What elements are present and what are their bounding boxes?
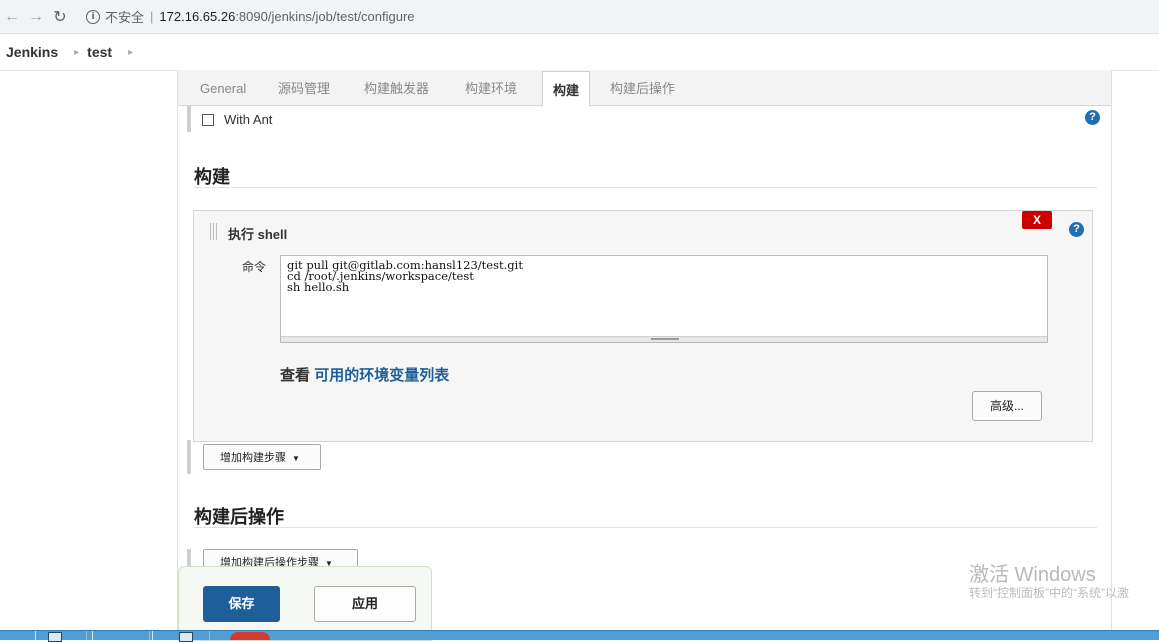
- section-rail: [187, 440, 191, 474]
- with-ant-option[interactable]: With Ant: [202, 112, 272, 127]
- command-textarea[interactable]: git pull git@gitlab.com:hansl123/test.gi…: [280, 255, 1048, 343]
- tab-build-env[interactable]: 构建环境: [455, 70, 527, 105]
- with-ant-label: With Ant: [224, 112, 273, 127]
- advanced-button[interactable]: 高级...: [972, 391, 1042, 421]
- section-divider: [194, 527, 1097, 528]
- back-arrow-icon[interactable]: ←: [0, 8, 24, 26]
- add-build-step-dropdown[interactable]: 增加构建步骤 ▼: [203, 444, 321, 470]
- apply-button[interactable]: 应用: [314, 586, 416, 622]
- help-icon[interactable]: ?: [1085, 110, 1100, 125]
- post-build-section-title: 构建后操作: [194, 507, 284, 527]
- with-ant-checkbox[interactable]: [202, 113, 214, 126]
- browser-toolbar: ← → ↻ i 不安全 | 172.16.65.26:8090/jenkins/…: [0, 0, 1159, 34]
- section-divider: [194, 187, 1097, 188]
- section-rail: [187, 106, 191, 132]
- delete-step-button[interactable]: X: [1022, 211, 1052, 229]
- info-icon[interactable]: i: [86, 9, 100, 24]
- document-icon: [179, 632, 193, 642]
- textarea-resize-handle[interactable]: [281, 336, 1047, 342]
- add-build-step-label: 增加构建步骤: [220, 452, 286, 464]
- command-label: 命令: [242, 260, 267, 274]
- windows-watermark-title: 激活 Windows: [969, 564, 1096, 586]
- breadcrumb-arrow-icon[interactable]: ▸: [128, 47, 133, 58]
- configure-panel: General 源码管理 构建触发器 构建环境 构建 构建后操作 With An…: [177, 70, 1112, 639]
- reload-icon[interactable]: ↻: [48, 7, 72, 27]
- tab-general[interactable]: General: [190, 70, 256, 105]
- url-path: :8090/jenkins/job/test/configure: [235, 9, 415, 24]
- config-tabs: General 源码管理 构建触发器 构建环境 构建 构建后操作: [178, 70, 1111, 108]
- env-prefix: 查看: [280, 367, 311, 384]
- tab-triggers[interactable]: 构建触发器: [354, 70, 439, 105]
- tab-scm[interactable]: 源码管理: [268, 70, 340, 105]
- breadcrumb-jenkins[interactable]: Jenkins: [6, 44, 58, 60]
- url-host: 172.16.65.26: [159, 9, 236, 24]
- step-title: 执行 shell: [228, 227, 288, 242]
- tab-build[interactable]: 构建: [542, 71, 591, 108]
- window-icon: [48, 632, 62, 642]
- save-button[interactable]: 保存: [203, 586, 280, 622]
- env-vars-link[interactable]: 可用的环境变量列表: [314, 367, 449, 384]
- breadcrumb-arrow-icon[interactable]: ▸: [74, 47, 79, 58]
- env-vars-hint: 查看 可用的环境变量列表: [280, 364, 449, 385]
- url-separator: |: [150, 9, 154, 24]
- build-section-title: 构建: [194, 167, 230, 187]
- tab-post-build[interactable]: 构建后操作: [600, 70, 685, 105]
- execute-shell-step: 执行 shell X 命令 git pull git@gitlab.com:ha…: [193, 210, 1093, 442]
- address-bar[interactable]: i 不安全 | 172.16.65.26:8090/jenkins/job/te…: [86, 7, 415, 26]
- help-icon[interactable]: ?: [1069, 222, 1084, 237]
- breadcrumb-test[interactable]: test: [87, 44, 112, 60]
- drag-handle-icon[interactable]: [210, 223, 218, 240]
- forward-arrow-icon[interactable]: →: [24, 8, 48, 26]
- resize-grip-icon[interactable]: [651, 338, 679, 340]
- breadcrumb: Jenkins ▸ test ▸: [0, 34, 1159, 71]
- security-label: 不安全: [105, 10, 145, 25]
- command-text[interactable]: git pull git@gitlab.com:hansl123/test.gi…: [287, 259, 523, 293]
- caret-down-icon: ▼: [292, 454, 300, 463]
- windows-watermark-subtitle: 转到“控制面板”中的“系统”以激: [969, 586, 1129, 600]
